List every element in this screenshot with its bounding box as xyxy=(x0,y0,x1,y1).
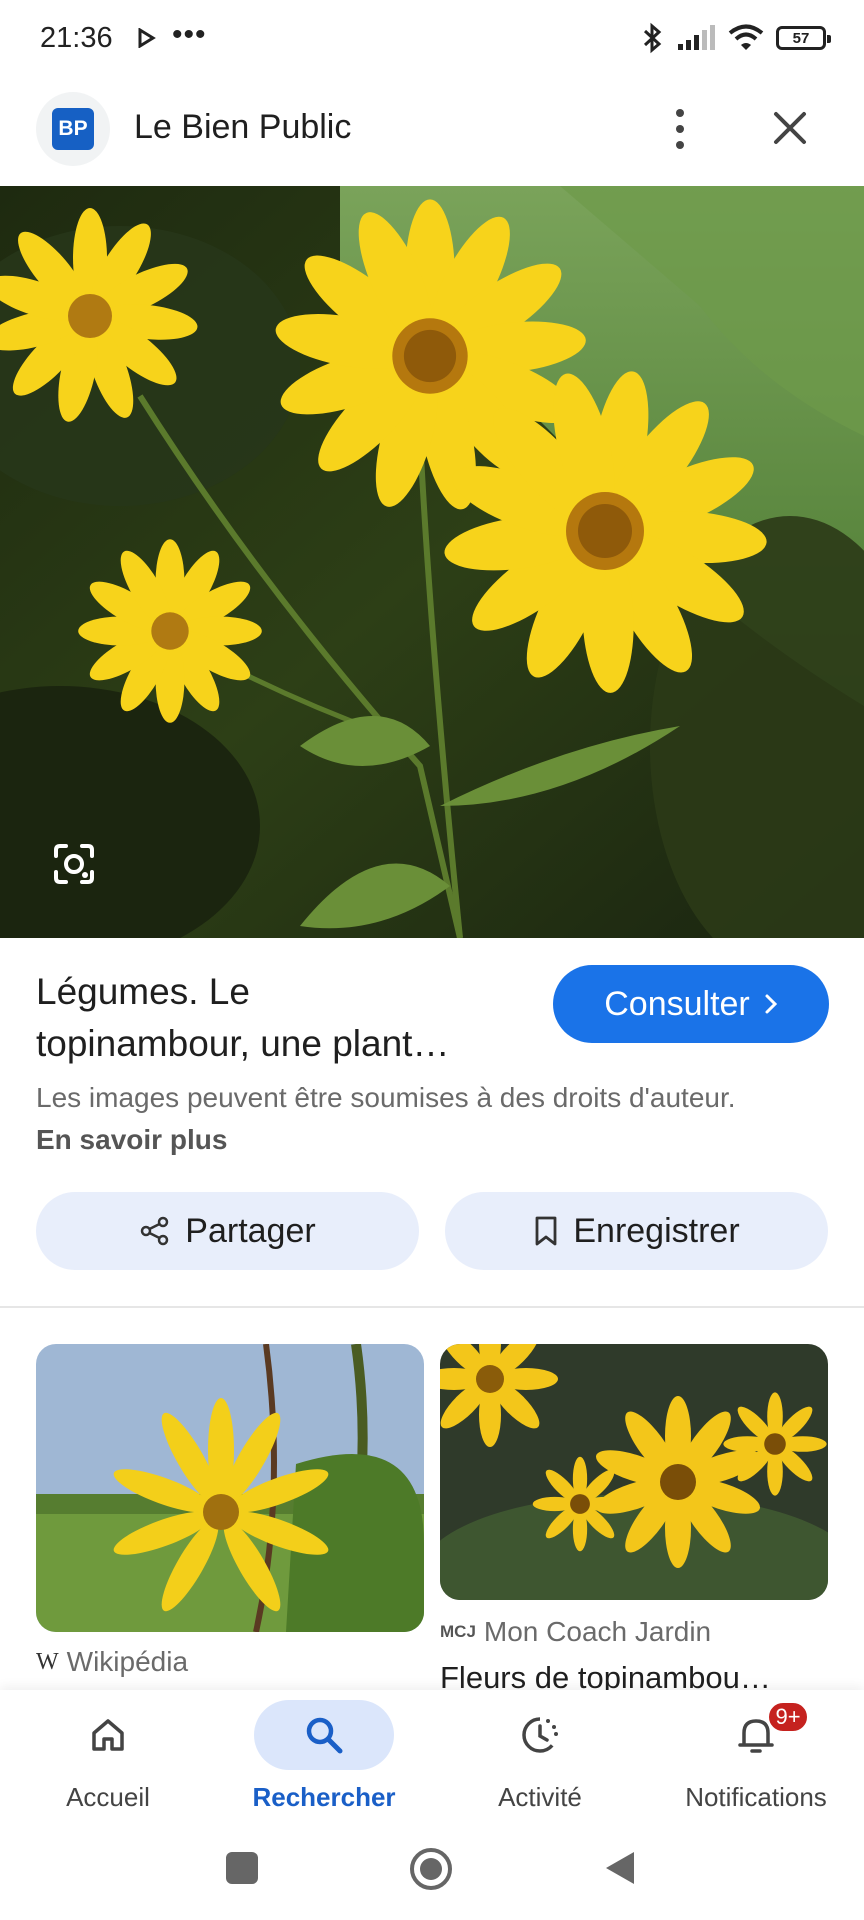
wifi-icon xyxy=(728,24,764,50)
nav-notifications-label: Notifications xyxy=(685,1782,827,1812)
recents-icon[interactable] xyxy=(226,1852,258,1884)
close-icon[interactable] xyxy=(764,102,816,154)
nav-home-label: Accueil xyxy=(66,1782,150,1812)
related-image-1[interactable] xyxy=(36,1344,424,1632)
search-icon xyxy=(306,1717,343,1754)
nav-activity-icon-wrap xyxy=(470,1700,610,1770)
site-logo[interactable]: BP xyxy=(36,92,110,166)
save-button[interactable]: Enregistrer xyxy=(445,1192,828,1270)
share-label: Partager xyxy=(185,1211,316,1250)
site-logo-mark: BP xyxy=(52,108,94,150)
moncoachjardin-logo: MCJ xyxy=(440,1622,476,1641)
nav-item-activity[interactable]: Activité xyxy=(432,1690,648,1830)
source-header: BP Le Bien Public xyxy=(0,88,864,180)
bookmark-icon xyxy=(535,1216,557,1246)
result-title-line2: topinambour, une plant… xyxy=(36,1023,450,1064)
status-icons: 57 xyxy=(642,22,831,54)
related-source-1-label: Wikipédia xyxy=(66,1646,189,1677)
learn-more-link[interactable]: En savoir plus xyxy=(36,1124,227,1155)
notification-badge: 9+ xyxy=(766,1700,810,1734)
site-name[interactable]: Le Bien Public xyxy=(134,108,351,147)
hero-image[interactable] xyxy=(0,186,864,938)
related-source-2-label: Mon Coach Jardin xyxy=(483,1616,712,1647)
share-button[interactable]: Partager xyxy=(36,1192,419,1270)
nav-activity-label: Activité xyxy=(498,1782,582,1812)
home-icon xyxy=(92,1719,124,1751)
more-vert-icon[interactable] xyxy=(662,100,698,158)
system-nav-bar xyxy=(0,1830,864,1920)
back-icon[interactable] xyxy=(602,1848,638,1888)
consult-button[interactable]: Consulter xyxy=(553,965,829,1043)
result-title-line1: Légumes. Le xyxy=(36,971,250,1012)
copyright-text: Les images peuvent être soumises à des d… xyxy=(36,1082,736,1113)
chevron-right-icon xyxy=(765,994,777,1014)
history-icon xyxy=(522,1717,558,1753)
nav-search-icon-wrap xyxy=(254,1700,394,1770)
bluetooth-icon xyxy=(643,22,662,54)
signal-icon xyxy=(678,25,715,50)
action-row: Partager Enregistrer xyxy=(36,1192,828,1270)
overflow-dots: ••• xyxy=(172,18,207,51)
save-label: Enregistrer xyxy=(573,1211,740,1250)
play-icon xyxy=(138,28,156,48)
share-icon xyxy=(141,1216,169,1246)
nav-item-search[interactable]: Rechercher xyxy=(216,1690,432,1830)
nav-item-home[interactable]: Accueil xyxy=(0,1690,216,1830)
flower-photo xyxy=(0,186,864,938)
nav-home-icon-wrap xyxy=(38,1700,178,1770)
battery-icon: 57 xyxy=(776,26,831,50)
related-photo-1 xyxy=(36,1344,424,1632)
section-divider xyxy=(0,1306,864,1308)
nav-search-label: Rechercher xyxy=(252,1782,396,1812)
related-photo-2 xyxy=(440,1344,828,1600)
consult-label: Consulter xyxy=(604,984,750,1023)
nav-item-notifications[interactable]: 9+ Notifications xyxy=(648,1690,864,1830)
bottom-nav: Accueil Rechercher Activité 9+ Notificat xyxy=(0,1690,864,1830)
related-title-2[interactable]: Fleurs de topinambou… xyxy=(440,1660,828,1690)
lens-icon[interactable] xyxy=(50,840,98,888)
copyright-notice: Les images peuvent être soumises à des d… xyxy=(36,1077,756,1161)
related-source-1[interactable]: W Wikipédia xyxy=(36,1646,188,1678)
result-title[interactable]: Légumes. Le topinambour, une plant… xyxy=(36,966,536,1070)
wikipedia-logo: W xyxy=(36,1648,59,1675)
related-image-2[interactable] xyxy=(440,1344,828,1600)
related-source-2[interactable]: MCJ Mon Coach Jardin xyxy=(440,1616,711,1648)
status-bar: 21:36 ••• 57 xyxy=(0,0,864,80)
home-circle-icon[interactable] xyxy=(408,1846,454,1892)
status-time: 21:36 xyxy=(40,22,113,54)
